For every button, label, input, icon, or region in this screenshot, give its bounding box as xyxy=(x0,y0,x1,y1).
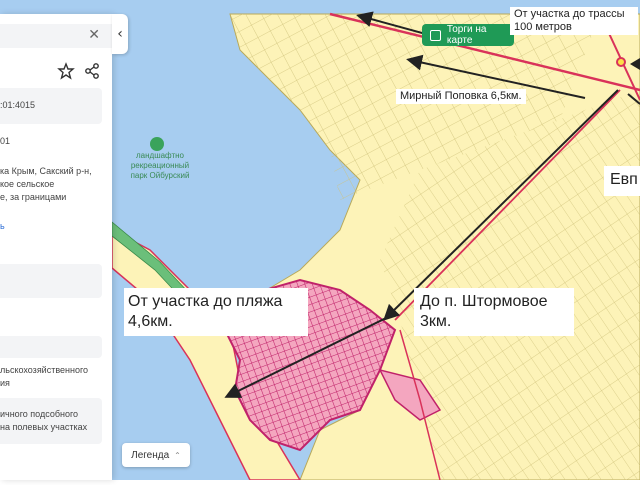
details-link[interactable]: ь xyxy=(0,220,5,233)
code-value: 01 xyxy=(0,136,11,146)
star-icon[interactable] xyxy=(57,62,75,80)
address-line: кое сельское xyxy=(0,179,55,189)
note-highway: От участка до трассы 100 метров xyxy=(510,7,638,35)
address-line: е, за границами xyxy=(0,192,67,202)
use-line: ичного подсобного xyxy=(0,409,79,419)
purpose-line: ия xyxy=(0,378,10,388)
chevron-up-icon: ⌃ xyxy=(174,450,181,460)
legend-label: Легенда xyxy=(131,449,170,461)
torgi-label: Торги на карте xyxy=(446,24,487,46)
cadastral-number: :01:4015 xyxy=(0,100,36,110)
collapse-panel-button[interactable]: ‹ xyxy=(112,14,128,54)
torgi-toggle-button[interactable]: Торги на карте xyxy=(422,24,514,46)
info-panel: ✕ :01:4015 01 ка Крым, Сакский р-н, кое … xyxy=(0,14,112,480)
purpose-line: льскохозяйственного xyxy=(0,365,89,375)
park-label: ландшафтно рекреационный парк Ойбурский xyxy=(130,151,190,180)
park-icon xyxy=(150,137,164,151)
note-evp: Евп xyxy=(604,166,640,196)
chevron-left-icon: ‹ xyxy=(117,26,123,42)
section-box xyxy=(0,264,102,298)
note-beach: От участка до пляжа 4,6км. xyxy=(124,288,308,336)
note-mirny: Мирный Поповка 6,5км. xyxy=(396,89,526,104)
close-icon[interactable]: ✕ xyxy=(88,28,100,42)
legend-button[interactable]: Легенда ⌃ xyxy=(122,443,190,467)
checkbox-icon xyxy=(430,29,441,41)
section-box xyxy=(0,336,102,358)
parcel-marker[interactable] xyxy=(616,57,626,67)
address-line: ка Крым, Сакский р-н, xyxy=(0,166,92,176)
note-shtormovoe: До п. Штормовое 3км. xyxy=(414,288,574,336)
share-icon[interactable] xyxy=(83,62,101,80)
use-line: на полевых участках xyxy=(0,422,88,432)
